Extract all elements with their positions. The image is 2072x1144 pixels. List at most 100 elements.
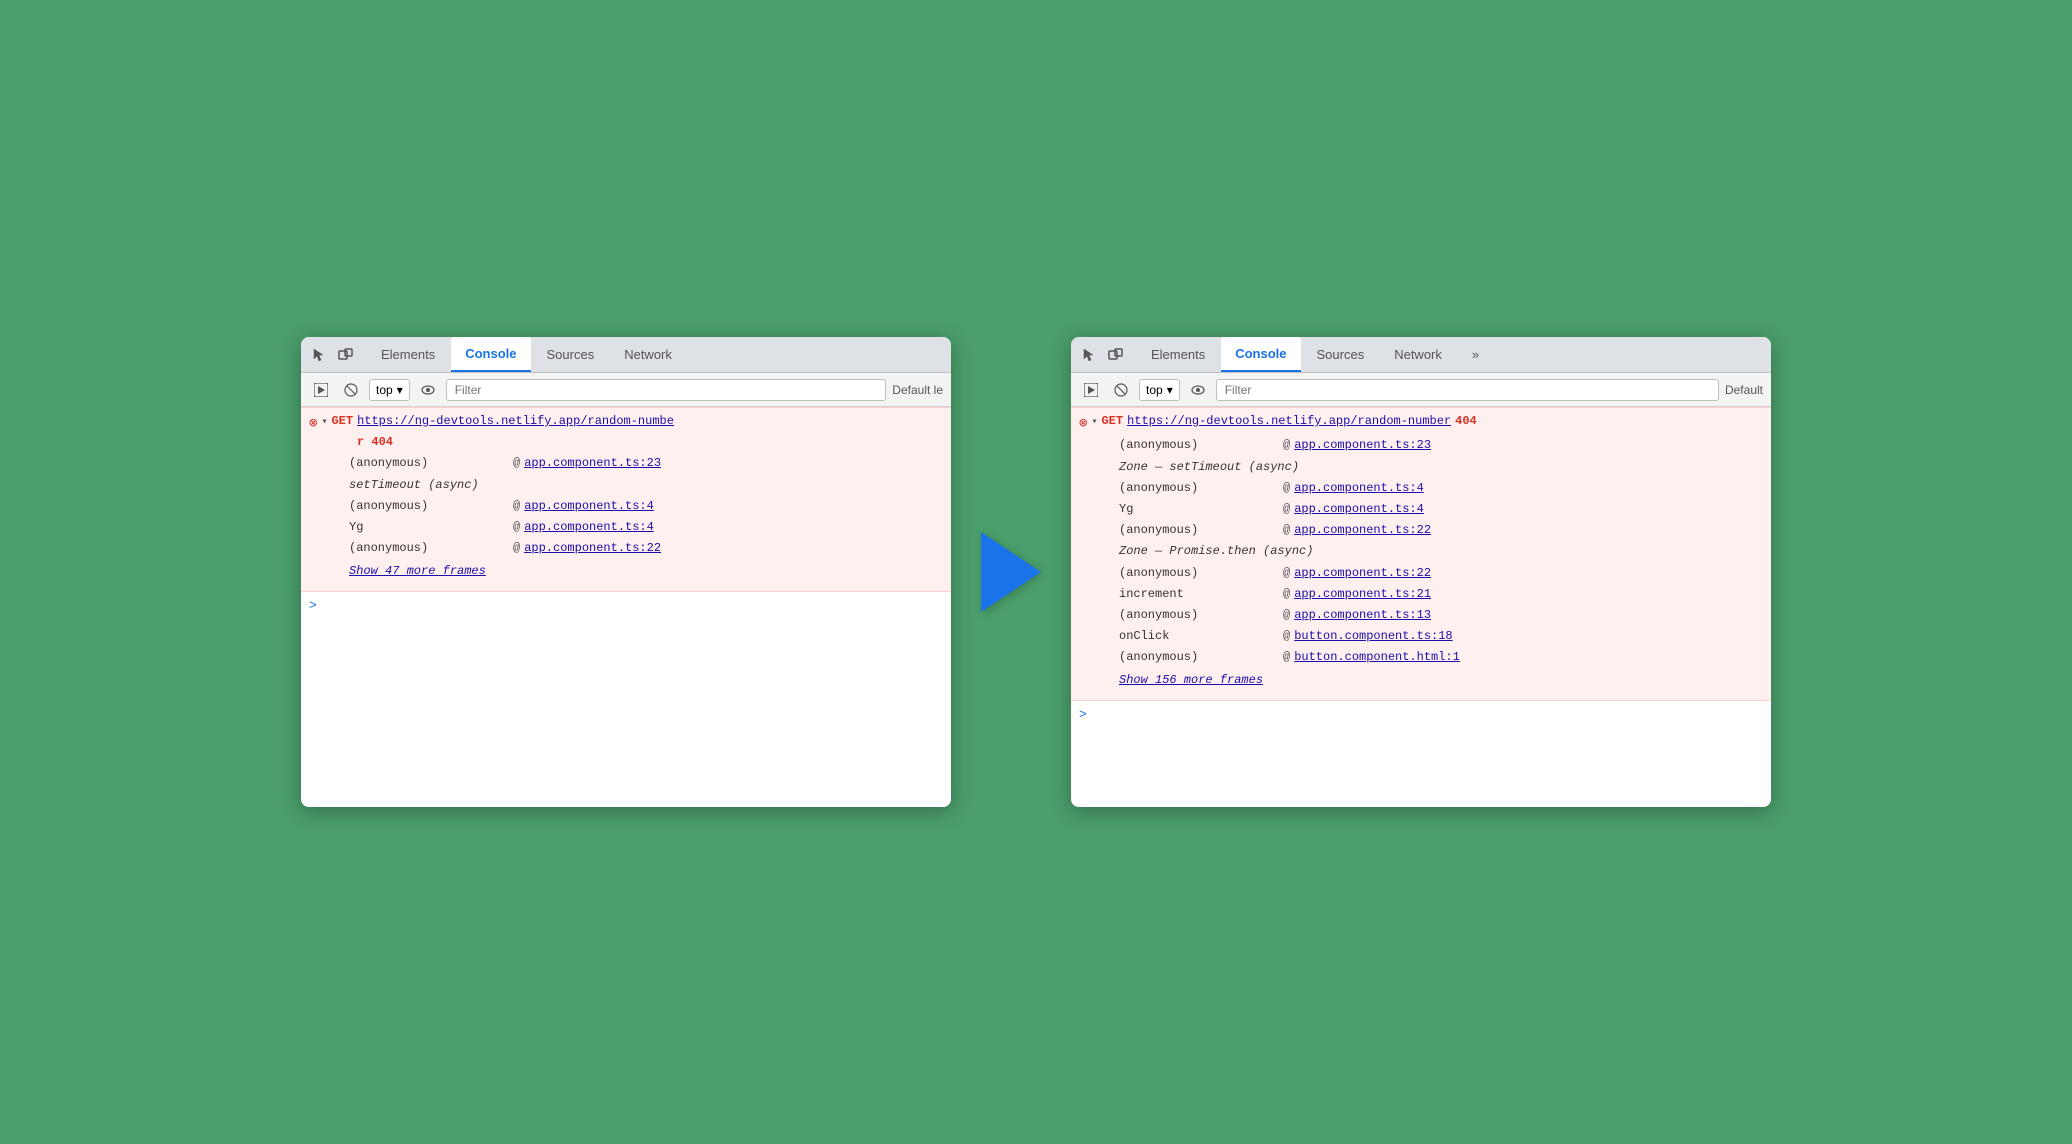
right-context-selector[interactable]: top ▾ bbox=[1139, 379, 1180, 401]
right-frame-name-1: (anonymous) bbox=[1119, 479, 1279, 498]
right-filter-input[interactable] bbox=[1216, 379, 1719, 401]
right-tab-more[interactable]: » bbox=[1458, 337, 1493, 372]
right-frame-link-6[interactable]: app.component.ts:13 bbox=[1294, 606, 1431, 625]
left-filter-input[interactable] bbox=[446, 379, 887, 401]
right-frame-name-7: onClick bbox=[1119, 627, 1279, 646]
right-frame-at-3: @ bbox=[1283, 521, 1290, 540]
right-error-code: 404 bbox=[1455, 412, 1477, 431]
right-frame-name-0: (anonymous) bbox=[1119, 436, 1279, 455]
right-async-sep-2: Zone — Promise.then (async) bbox=[1079, 541, 1763, 562]
left-frame-async-1: setTimeout (async) bbox=[309, 475, 943, 496]
right-frame-link-1[interactable]: app.component.ts:4 bbox=[1294, 479, 1424, 498]
left-console-prompt[interactable]: > bbox=[301, 592, 951, 619]
right-async-label-2: Zone — Promise.then (async) bbox=[1119, 542, 1313, 561]
right-frame-8: (anonymous) @ button.component.html:1 bbox=[1079, 647, 1763, 668]
right-tab-elements[interactable]: Elements bbox=[1137, 337, 1219, 372]
left-show-more[interactable]: Show 47 more frames bbox=[309, 559, 943, 587]
right-frame-at-7: @ bbox=[1283, 627, 1290, 646]
arrow-container bbox=[981, 532, 1041, 612]
right-triangle[interactable]: ▾ bbox=[1091, 415, 1097, 431]
right-frame-at-5: @ bbox=[1283, 585, 1290, 604]
left-frame-2: Yg @ app.component.ts:4 bbox=[309, 517, 943, 538]
right-eye-button[interactable] bbox=[1186, 378, 1210, 402]
left-block-button[interactable] bbox=[339, 378, 363, 402]
right-box-icon[interactable] bbox=[1105, 344, 1127, 366]
right-frame-3: (anonymous) @ app.component.ts:22 bbox=[1079, 520, 1763, 541]
right-console-prompt[interactable]: > bbox=[1071, 701, 1771, 728]
right-frame-link-7[interactable]: button.component.ts:18 bbox=[1294, 627, 1452, 646]
left-tab-sources[interactable]: Sources bbox=[533, 337, 609, 372]
right-console-content: ⊗ ▾ GET https://ng-devtools.netlify.app/… bbox=[1071, 407, 1771, 807]
right-frame-name-8: (anonymous) bbox=[1119, 648, 1279, 667]
right-frame-link-3[interactable]: app.component.ts:22 bbox=[1294, 521, 1431, 540]
right-block-button[interactable] bbox=[1109, 378, 1133, 402]
left-eye-button[interactable] bbox=[416, 378, 440, 402]
left-toolbar-icons bbox=[309, 344, 357, 366]
left-devtools-panel: Elements Console Sources Network top ▾ bbox=[301, 337, 951, 807]
left-frame-link-1[interactable]: app.component.ts:4 bbox=[524, 497, 654, 516]
right-frame-link-8[interactable]: button.component.html:1 bbox=[1294, 648, 1460, 667]
right-tab-sources[interactable]: Sources bbox=[1303, 337, 1379, 372]
right-frame-link-5[interactable]: app.component.ts:21 bbox=[1294, 585, 1431, 604]
right-frame-6: (anonymous) @ app.component.ts:13 bbox=[1079, 605, 1763, 626]
left-tab-elements[interactable]: Elements bbox=[367, 337, 449, 372]
left-frame-name-2: Yg bbox=[349, 518, 509, 537]
right-error-method: GET bbox=[1101, 412, 1123, 431]
left-triangle[interactable]: ▾ bbox=[321, 415, 327, 431]
right-frame-name-4: (anonymous) bbox=[1119, 564, 1279, 583]
right-error-icon: ⊗ bbox=[1079, 413, 1087, 435]
right-frame-4: (anonymous) @ app.component.ts:22 bbox=[1079, 563, 1763, 584]
right-default-levels: Default bbox=[1725, 383, 1763, 397]
right-frame-2: Yg @ app.component.ts:4 bbox=[1079, 499, 1763, 520]
right-tab-console[interactable]: Console bbox=[1221, 337, 1300, 372]
left-frame-1: (anonymous) @ app.component.ts:4 bbox=[309, 496, 943, 517]
left-frame-name-1: (anonymous) bbox=[349, 497, 509, 516]
right-frame-at-2: @ bbox=[1283, 500, 1290, 519]
left-default-levels: Default le bbox=[892, 383, 943, 397]
left-frame-name-0: (anonymous) bbox=[349, 454, 509, 473]
right-tab-network[interactable]: Network bbox=[1380, 337, 1456, 372]
direction-arrow bbox=[981, 532, 1041, 612]
left-toolbar: top ▾ Default le bbox=[301, 373, 951, 407]
left-frame-at-2: @ bbox=[513, 518, 520, 537]
left-box-icon[interactable] bbox=[335, 344, 357, 366]
right-toolbar-icons bbox=[1079, 344, 1127, 366]
right-frame-5: increment @ app.component.ts:21 bbox=[1079, 584, 1763, 605]
right-frame-link-0[interactable]: app.component.ts:23 bbox=[1294, 436, 1431, 455]
left-frame-3: (anonymous) @ app.component.ts:22 bbox=[309, 538, 943, 559]
left-frame-link-3[interactable]: app.component.ts:22 bbox=[524, 539, 661, 558]
left-frame-at-3: @ bbox=[513, 539, 520, 558]
left-error-method: GET bbox=[331, 412, 353, 431]
left-frame-async-label-1: setTimeout (async) bbox=[349, 476, 509, 495]
right-cursor-icon[interactable] bbox=[1079, 344, 1101, 366]
right-frame-at-8: @ bbox=[1283, 648, 1290, 667]
right-async-label-1: Zone — setTimeout (async) bbox=[1119, 458, 1299, 477]
left-cursor-icon[interactable] bbox=[309, 344, 331, 366]
left-error-url[interactable]: https://ng-devtools.netlify.app/random-n… bbox=[357, 412, 674, 431]
left-tab-console[interactable]: Console bbox=[451, 337, 530, 372]
right-frame-link-4[interactable]: app.component.ts:22 bbox=[1294, 564, 1431, 583]
right-frame-at-6: @ bbox=[1283, 606, 1290, 625]
left-frame-link-0[interactable]: app.component.ts:23 bbox=[524, 454, 661, 473]
right-frame-name-2: Yg bbox=[1119, 500, 1279, 519]
left-frame-at-1: @ bbox=[513, 497, 520, 516]
right-error-header: ⊗ ▾ GET https://ng-devtools.netlify.app/… bbox=[1079, 412, 1763, 435]
right-frame-at-4: @ bbox=[1283, 564, 1290, 583]
right-frame-1: (anonymous) @ app.component.ts:4 bbox=[1079, 478, 1763, 499]
right-frame-link-2[interactable]: app.component.ts:4 bbox=[1294, 500, 1424, 519]
right-show-more[interactable]: Show 156 more frames bbox=[1079, 668, 1763, 696]
left-error-continuation: r 404 bbox=[309, 435, 943, 453]
left-frame-at-0: @ bbox=[513, 454, 520, 473]
right-tab-bar: Elements Console Sources Network » bbox=[1071, 337, 1771, 373]
left-error-header: ⊗ ▾ GET https://ng-devtools.netlify.app/… bbox=[309, 412, 943, 435]
left-tab-network[interactable]: Network bbox=[610, 337, 686, 372]
left-error-first-line: GET https://ng-devtools.netlify.app/rand… bbox=[331, 412, 943, 431]
right-frame-name-6: (anonymous) bbox=[1119, 606, 1279, 625]
comparison-container: Elements Console Sources Network top ▾ bbox=[301, 337, 1771, 807]
left-run-button[interactable] bbox=[309, 378, 333, 402]
left-frame-link-2[interactable]: app.component.ts:4 bbox=[524, 518, 654, 537]
right-run-button[interactable] bbox=[1079, 378, 1103, 402]
right-devtools-panel: Elements Console Sources Network » bbox=[1071, 337, 1771, 807]
right-error-url[interactable]: https://ng-devtools.netlify.app/random-n… bbox=[1127, 412, 1451, 431]
left-context-selector[interactable]: top ▾ bbox=[369, 379, 410, 401]
